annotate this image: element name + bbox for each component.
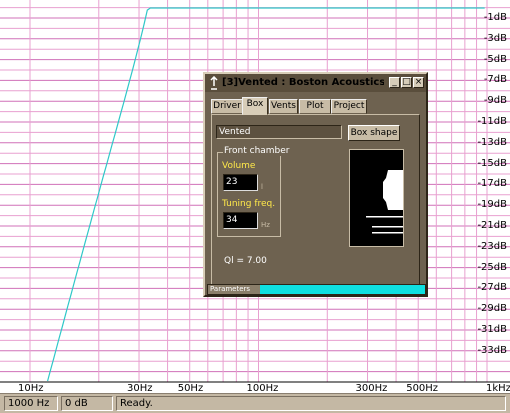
y-tick-label: -1dB — [483, 12, 507, 23]
tab-box[interactable]: Box — [242, 97, 268, 115]
y-tick-label: -5dB — [483, 53, 507, 65]
y-tick-label: -31dB — [477, 324, 507, 335]
y-tick-label: -7dB — [483, 74, 507, 86]
y-tick-label: -27dB — [477, 282, 507, 294]
front-chamber-group: Front chamber Volume 23 l Tuning freq. 3… — [217, 146, 291, 237]
x-tick-label: 1kHz — [486, 383, 510, 394]
status-level: 0 dB — [61, 396, 113, 411]
x-tick-label: 50Hz — [177, 383, 204, 394]
volume-label: Volume — [222, 161, 256, 171]
y-tick-label: -23dB — [477, 240, 507, 252]
box-tab-panel: Vented Box shape Front chamber Volume 23… — [211, 114, 420, 285]
tuning-freq-unit: Hz — [261, 221, 270, 229]
x-tick-label: 500Hz — [406, 383, 439, 394]
tab-vents[interactable]: Vents — [269, 99, 298, 114]
x-tick-label: 30Hz — [127, 383, 153, 394]
y-tick-label: -19dB — [477, 199, 507, 211]
tab-plot[interactable]: Plot — [299, 99, 331, 114]
window-title: [3]Vented : Boston Acoustics RS6-4-R — [222, 77, 384, 88]
y-tick-label: -13dB — [477, 136, 507, 148]
volume-input[interactable]: 23 — [223, 174, 258, 191]
app-icon — [210, 76, 218, 90]
y-tick-label: -3dB — [483, 32, 507, 44]
y-tick-label: -29dB — [477, 303, 507, 315]
y-tick-label: -33dB — [477, 344, 507, 356]
status-frequency: 1000 Hz — [4, 396, 58, 411]
parameters-bar[interactable]: Parameters — [207, 284, 426, 295]
box-shape-preview — [349, 149, 404, 247]
tab-driver[interactable]: Driver — [211, 99, 243, 114]
y-tick-label: -25dB — [477, 261, 507, 273]
close-icon[interactable]: × — [413, 77, 424, 88]
parameters-label: Parameters — [208, 285, 260, 294]
window-titlebar[interactable]: [3]Vented : Boston Acoustics RS6-4-R _ □… — [205, 74, 426, 92]
box-shape-button[interactable]: Box shape — [348, 125, 400, 141]
ql-value: Ql = 7.00 — [224, 256, 267, 266]
x-tick-label: 100Hz — [246, 383, 279, 394]
minimize-icon[interactable]: _ — [389, 77, 400, 88]
volume-unit: l — [261, 183, 263, 191]
y-tick-label: -11dB — [477, 116, 507, 127]
tuning-freq-input[interactable]: 34 — [223, 212, 258, 229]
box-diagram-icon — [366, 170, 403, 234]
y-tick-label: -17dB — [477, 178, 507, 190]
status-bar: 1000 Hz 0 dB Ready. — [0, 393, 510, 413]
y-tick-label: -15dB — [477, 157, 507, 169]
box-type-field[interactable]: Vented — [216, 125, 342, 139]
tab-project[interactable]: Project — [331, 99, 367, 114]
x-tick-label: 300Hz — [355, 383, 388, 394]
y-tick-label: -9dB — [483, 95, 507, 107]
y-tick-label: -21dB — [477, 220, 507, 231]
tuning-freq-label: Tuning freq. — [222, 199, 276, 209]
x-tick-label: 10Hz — [18, 383, 44, 394]
box-design-window[interactable]: [3]Vented : Boston Acoustics RS6-4-R _ □… — [203, 72, 428, 297]
front-chamber-label: Front chamber — [223, 146, 291, 156]
status-message: Ready. — [116, 396, 506, 411]
maximize-icon[interactable]: □ — [401, 77, 412, 88]
